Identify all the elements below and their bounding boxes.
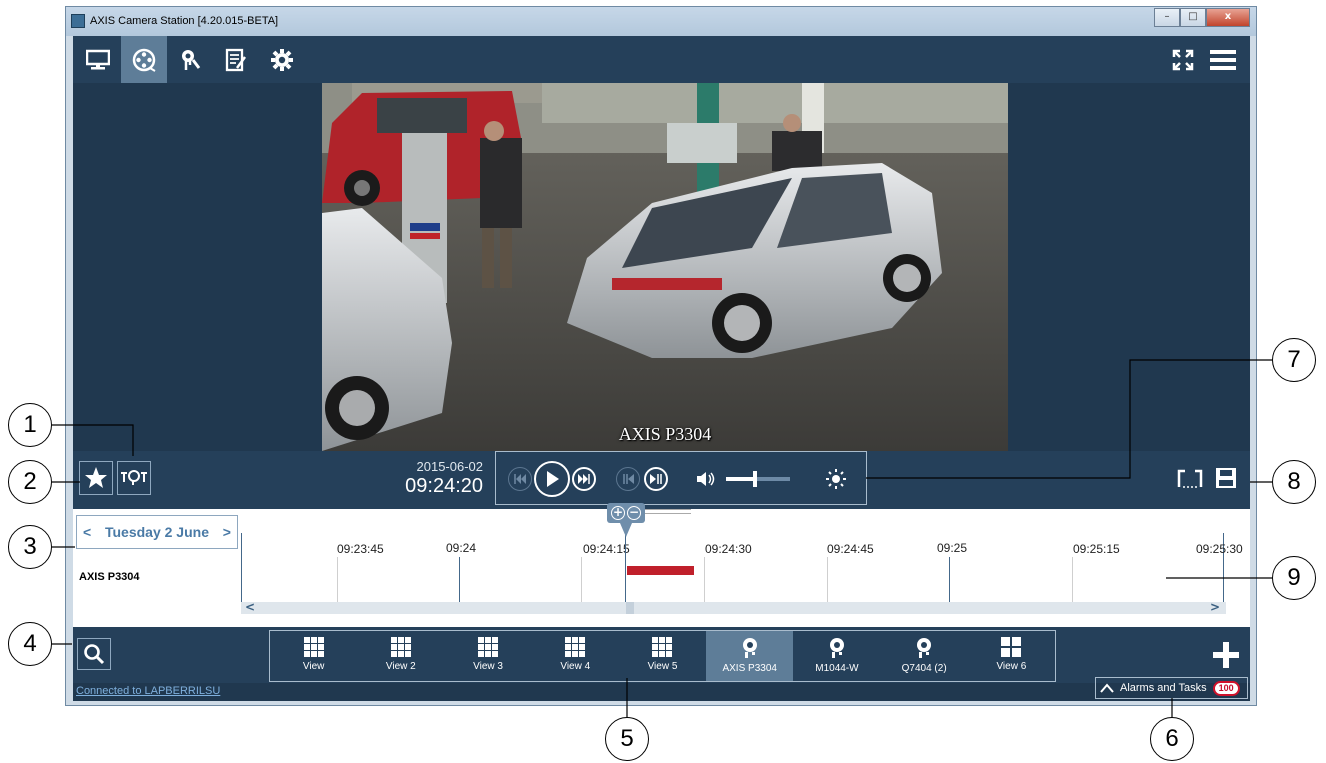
callout-2: 2 (8, 460, 52, 504)
callout-9: 9 (1272, 556, 1316, 600)
screenshot-stage: AXIS Camera Station [4.20.015-BETA] – □ … (0, 0, 1326, 763)
callout-6: 6 (1150, 717, 1194, 761)
callout-3: 3 (8, 525, 52, 569)
callout-leader-lines (52, 359, 1272, 720)
callout-1: 1 (8, 403, 52, 447)
callout-4: 4 (8, 622, 52, 666)
callout-5: 5 (605, 717, 649, 761)
callout-7: 7 (1272, 338, 1316, 382)
callout-8: 8 (1272, 460, 1316, 504)
